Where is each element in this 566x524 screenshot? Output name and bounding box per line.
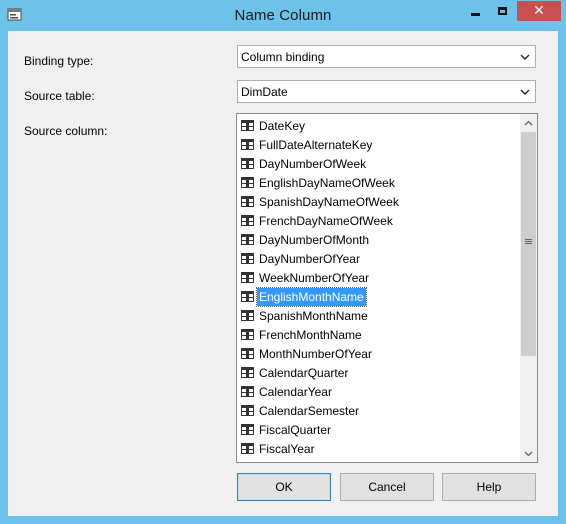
column-list-item[interactable]: SpanishMonthName xyxy=(241,306,370,325)
scroll-up-button[interactable] xyxy=(520,114,537,131)
column-list-item-label: MonthNumberOfYear xyxy=(259,346,372,361)
scroll-grip-line xyxy=(525,239,532,240)
column-list-item-label: FullDateAlternateKey xyxy=(259,137,373,152)
binding-type-label: Binding type: xyxy=(24,54,94,68)
close-icon: ✕ xyxy=(533,3,545,19)
table-column-icon xyxy=(241,120,254,131)
column-list-item[interactable]: CalendarSemester xyxy=(241,401,361,420)
column-list-item[interactable]: CalendarYear xyxy=(241,382,334,401)
column-list-item[interactable]: MonthNumberOfYear xyxy=(241,344,374,363)
table-column-icon xyxy=(241,158,254,169)
column-list-item-label: CalendarQuarter xyxy=(259,365,349,380)
table-column-icon xyxy=(241,310,254,321)
column-list-item[interactable]: DateKey xyxy=(241,116,307,135)
column-list-item[interactable]: SpanishDayNameOfWeek xyxy=(241,192,401,211)
column-list-item-label: SpanishDayNameOfWeek xyxy=(259,194,399,209)
column-list-item-label: SpanishMonthName xyxy=(259,308,368,323)
table-column-icon xyxy=(241,348,254,359)
maximize-button[interactable] xyxy=(489,1,516,21)
vertical-scrollbar[interactable] xyxy=(520,114,537,462)
ok-button[interactable]: OK xyxy=(237,473,331,501)
table-column-icon xyxy=(241,386,254,397)
column-list-item[interactable]: DayNumberOfMonth xyxy=(241,230,371,249)
table-column-icon xyxy=(241,424,254,435)
scroll-grip-line xyxy=(525,241,532,242)
source-column-label: Source column: xyxy=(24,124,108,138)
table-column-icon xyxy=(241,329,254,340)
column-list-item-label: DayNumberOfYear xyxy=(259,251,360,266)
scroll-grip-line xyxy=(525,243,532,244)
column-list-item[interactable]: FiscalQuarter xyxy=(241,420,333,439)
column-list-item[interactable]: DayNumberOfWeek xyxy=(241,154,368,173)
column-list-item[interactable]: WeekNumberOfYear xyxy=(241,268,371,287)
cancel-button[interactable]: Cancel xyxy=(340,473,434,501)
column-list-item-label: DayNumberOfWeek xyxy=(259,156,367,171)
minimize-icon xyxy=(470,12,480,16)
column-list-item-label: DateKey xyxy=(259,118,306,133)
table-column-icon xyxy=(241,443,254,454)
table-column-icon xyxy=(241,272,254,283)
column-list-item-label: CalendarYear xyxy=(259,384,332,399)
column-list-item-label: CalendarSemester xyxy=(259,403,360,418)
scroll-down-button[interactable] xyxy=(520,445,537,462)
column-list-item[interactable]: FrenchMonthName xyxy=(241,325,364,344)
column-list-item-label: DayNumberOfMonth xyxy=(259,232,370,247)
binding-type-value: Column binding xyxy=(241,50,325,64)
table-column-icon xyxy=(241,177,254,188)
column-list-item[interactable]: EnglishMonthName xyxy=(241,286,367,307)
table-column-icon xyxy=(241,234,254,245)
table-column-icon xyxy=(241,139,254,150)
source-column-list[interactable]: DateKey FullDateAlternateKey DayNumberOfWe… xyxy=(236,113,538,463)
dialog-body: Binding type: Column binding Source tabl… xyxy=(8,31,558,516)
column-list-item-label: FrenchMonthName xyxy=(259,327,362,342)
column-list-item-label: EnglishDayNameOfWeek xyxy=(259,175,395,190)
chevron-down-icon xyxy=(524,451,533,456)
column-list-item[interactable]: DayNumberOfYear xyxy=(241,249,362,268)
column-list-item[interactable]: FrenchDayNameOfWeek xyxy=(241,211,395,230)
table-column-icon xyxy=(241,367,254,378)
source-table-dropdown[interactable]: DimDate xyxy=(237,80,536,103)
column-list-item[interactable]: CalendarQuarter xyxy=(241,363,350,382)
scroll-thumb[interactable] xyxy=(521,132,536,356)
column-list-item-label: WeekNumberOfYear xyxy=(259,270,370,285)
source-table-value: DimDate xyxy=(241,85,288,99)
table-column-icon xyxy=(241,253,254,264)
chevron-down-icon[interactable] xyxy=(517,83,533,100)
column-list-item[interactable]: FullDateAlternateKey xyxy=(241,135,374,154)
close-button[interactable]: ✕ xyxy=(517,1,561,21)
column-list-item-label: FiscalYear xyxy=(259,441,315,456)
chevron-up-icon xyxy=(524,120,533,125)
table-column-icon xyxy=(241,215,254,226)
table-column-icon xyxy=(241,196,254,207)
chevron-down-icon[interactable] xyxy=(517,48,533,65)
table-column-icon xyxy=(241,405,254,416)
maximize-icon xyxy=(498,7,507,15)
help-button[interactable]: Help xyxy=(442,473,536,501)
column-list-item-label: FrenchDayNameOfWeek xyxy=(259,213,393,228)
column-list-item[interactable]: EnglishDayNameOfWeek xyxy=(241,173,397,192)
name-column-dialog: Name Column ✕ Binding type: Column bindi… xyxy=(0,0,566,524)
column-list-item-label: EnglishMonthName xyxy=(256,286,367,307)
source-table-label: Source table: xyxy=(24,89,95,103)
binding-type-dropdown[interactable]: Column binding xyxy=(237,45,536,68)
column-list-item-label: FiscalQuarter xyxy=(259,422,332,437)
column-list-item[interactable]: FiscalYear xyxy=(241,439,317,458)
title-bar[interactable]: Name Column ✕ xyxy=(0,0,566,32)
table-column-icon xyxy=(241,291,254,302)
minimize-button[interactable] xyxy=(461,1,489,21)
